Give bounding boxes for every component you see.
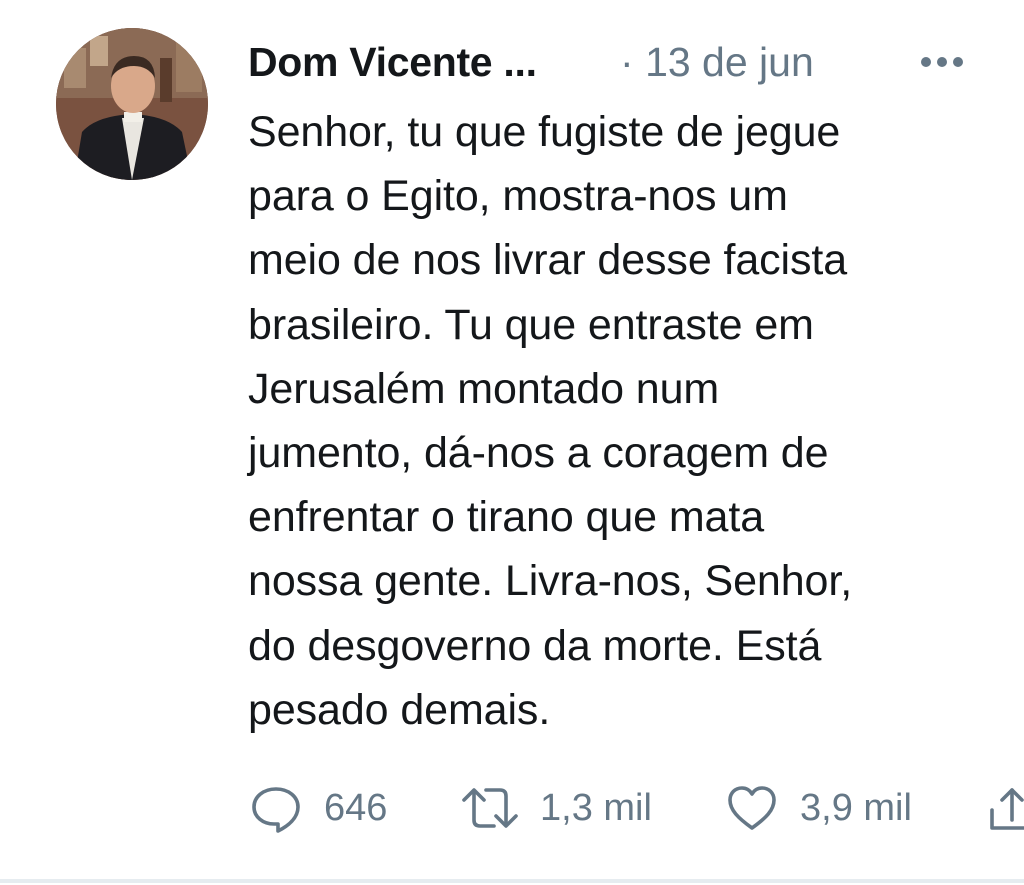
tweet-date[interactable]: 13 de jun xyxy=(645,39,814,85)
share-icon xyxy=(990,788,1024,830)
meta-separator: · xyxy=(620,39,634,85)
share-button[interactable] xyxy=(988,778,1024,838)
tweet-meta: · 13 de jun xyxy=(620,34,814,90)
tweet-header: Dom Vicente ... · 13 de jun xyxy=(248,34,984,90)
tweet-card[interactable]: Dom Vicente ... · 13 de jun Senhor, tu q… xyxy=(0,0,1024,885)
heart-icon xyxy=(728,786,776,830)
reply-count: 646 xyxy=(324,787,388,829)
more-dots-icon[interactable] xyxy=(914,42,970,82)
retweet-button[interactable]: 1,3 mil xyxy=(460,778,652,838)
like-count: 3,9 mil xyxy=(800,787,912,829)
retweet-arrows-icon xyxy=(462,788,518,828)
retweet-count: 1,3 mil xyxy=(540,787,652,829)
tweet-actions: 646 1,3 mil 3,9 mil xyxy=(248,778,1024,838)
avatar[interactable] xyxy=(56,28,208,180)
tweet-text: Senhor, tu que fugiste de jegue para o E… xyxy=(248,108,853,734)
like-button[interactable]: 3,9 mil xyxy=(724,778,912,838)
avatar-image xyxy=(56,28,208,180)
reply-bubble-icon xyxy=(252,787,300,833)
divider xyxy=(0,879,1024,883)
reply-button[interactable]: 646 xyxy=(248,778,387,838)
author-name[interactable]: Dom Vicente ... xyxy=(248,34,537,90)
